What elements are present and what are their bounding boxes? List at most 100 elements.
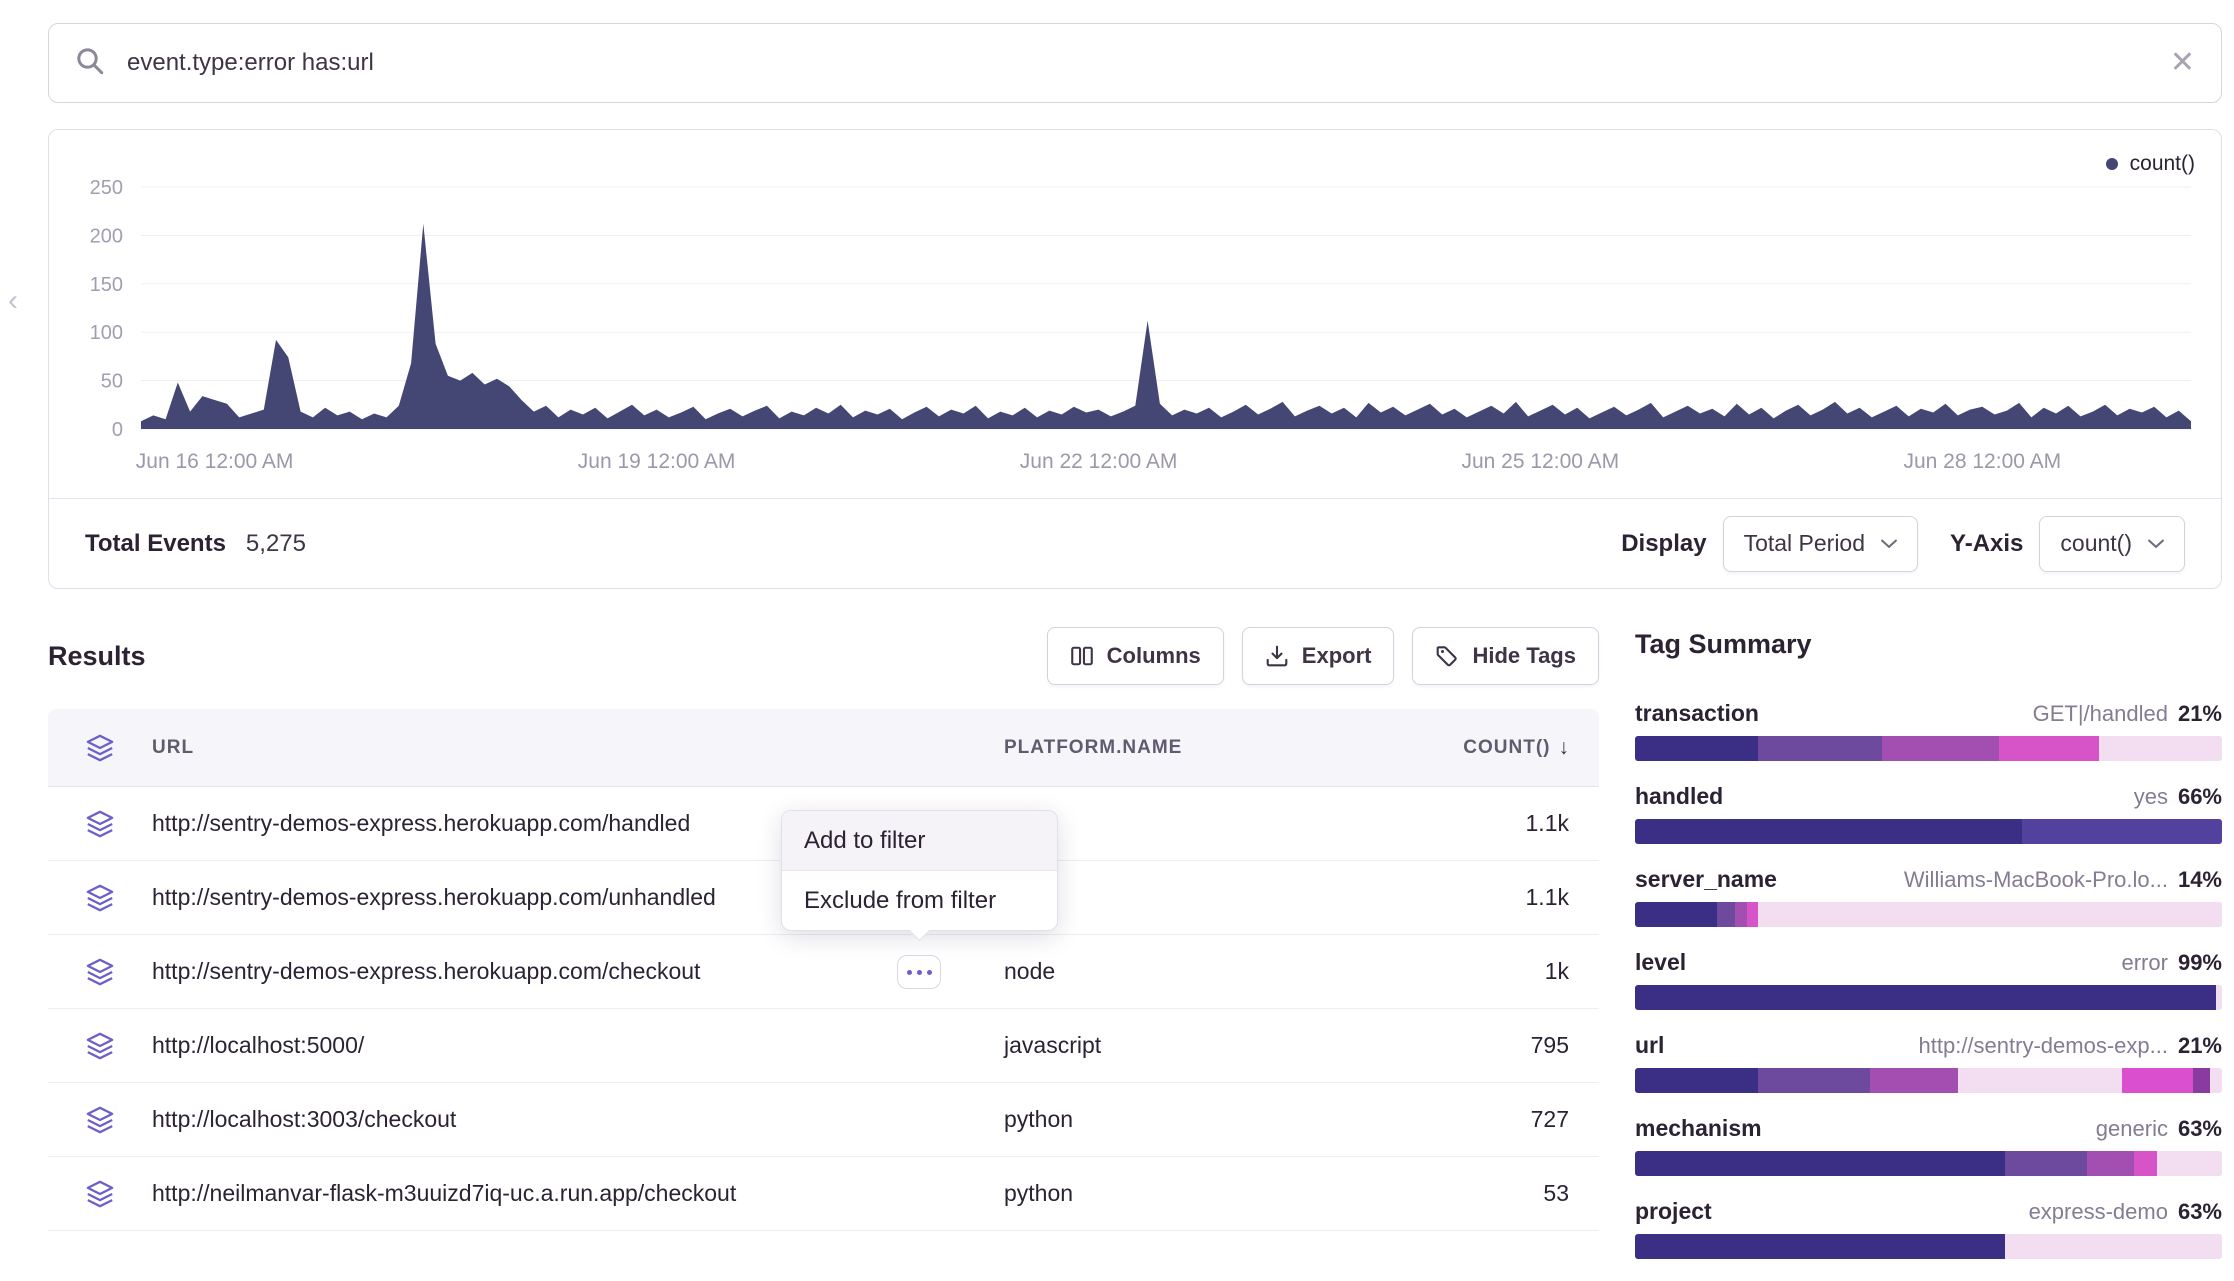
- discover-page: ‹ event.type:error has:url ✕ 0 50 100 150 20…: [0, 0, 2234, 1224]
- sort-descending-icon: ↓: [1559, 736, 1570, 760]
- tag-distribution-bar[interactable]: [1635, 1234, 2222, 1259]
- clear-search-icon[interactable]: ✕: [2170, 48, 2195, 78]
- layers-icon: [48, 1031, 152, 1061]
- tag-top-value: generic: [2096, 1116, 2168, 1142]
- tag-top-percent: 63%: [2178, 1116, 2222, 1142]
- url-cell[interactable]: http://localhost:5000/: [152, 1032, 1004, 1059]
- tag-distribution-bar[interactable]: [1635, 819, 2222, 844]
- export-button[interactable]: Export: [1242, 627, 1395, 685]
- url-cell[interactable]: http://sentry-demos-express.herokuapp.co…: [152, 958, 1004, 985]
- platform-cell: javascript: [1004, 1032, 1369, 1059]
- table-row[interactable]: http://neilmanvar-flask-m3uuizd7iq-uc.a.…: [48, 1157, 1599, 1231]
- chart-legend[interactable]: count(): [2106, 152, 2195, 176]
- legend-dot: [2106, 158, 2118, 170]
- svg-text:200: 200: [90, 225, 123, 247]
- layers-icon: [48, 957, 152, 987]
- layers-icon: [48, 1179, 152, 1209]
- tag-row-level: level error 99%: [1635, 949, 2222, 1010]
- count-cell: 1k: [1369, 958, 1599, 985]
- sidebar-collapse-handle[interactable]: ‹: [8, 286, 18, 316]
- svg-text:Jun 19 12:00 AM: Jun 19 12:00 AM: [578, 450, 736, 473]
- chevron-down-icon: [2148, 539, 2164, 549]
- table-row[interactable]: http://localhost:3003/checkout python 72…: [48, 1083, 1599, 1157]
- svg-text:150: 150: [90, 274, 123, 296]
- svg-text:0: 0: [112, 419, 123, 441]
- platform-cell: python: [1004, 1106, 1369, 1133]
- tag-top-percent: 21%: [2178, 701, 2222, 727]
- svg-text:Jun 16 12:00 AM: Jun 16 12:00 AM: [136, 450, 294, 473]
- search-input[interactable]: event.type:error has:url: [127, 49, 2148, 77]
- svg-text:Jun 25 12:00 AM: Jun 25 12:00 AM: [1461, 450, 1619, 473]
- tag-distribution-bar[interactable]: [1635, 1068, 2222, 1093]
- columns-button[interactable]: Columns: [1047, 627, 1224, 685]
- tag-name: server_name: [1635, 866, 1777, 893]
- count-cell: 53: [1369, 1180, 1599, 1207]
- chevron-down-icon: [1881, 539, 1897, 549]
- layers-icon: [48, 1105, 152, 1135]
- display-label: Display: [1621, 530, 1706, 558]
- tag-row-server-name: server_name Williams-MacBook-Pro.lo... 14…: [1635, 866, 2222, 927]
- svg-text:Jun 28 12:00 AM: Jun 28 12:00 AM: [1903, 450, 2061, 473]
- svg-text:50: 50: [101, 371, 123, 393]
- tag-top-value: yes: [2134, 784, 2168, 810]
- display-select[interactable]: Total Period: [1723, 516, 1918, 572]
- tag-top-value: GET|/handled: [2033, 701, 2168, 727]
- results-title: Results: [48, 641, 146, 672]
- legend-label: count(): [2130, 152, 2195, 176]
- layers-icon: [48, 883, 152, 913]
- tag-top-value: Williams-MacBook-Pro.lo...: [1904, 867, 2168, 893]
- header-count[interactable]: COUNT() ↓: [1369, 736, 1599, 760]
- total-events-label: Total Events: [85, 530, 226, 558]
- tag-top-value: error: [2122, 950, 2168, 976]
- tag-name: mechanism: [1635, 1115, 1762, 1142]
- search-icon: [75, 46, 105, 81]
- platform-cell: python: [1004, 1180, 1369, 1207]
- tag-top-percent: 99%: [2178, 950, 2222, 976]
- url-cell[interactable]: http://neilmanvar-flask-m3uuizd7iq-uc.a.…: [152, 1180, 1004, 1207]
- table-row[interactable]: http://localhost:5000/ javascript 795: [48, 1009, 1599, 1083]
- tag-summary: Tag Summary transaction GET|/handled21% …: [1635, 627, 2222, 1281]
- platform-cell: node: [1004, 958, 1369, 985]
- results-table: URL PLATFORM.NAME COUNT() ↓ http://sentr…: [48, 709, 1599, 1231]
- tag-name: level: [1635, 949, 1686, 976]
- header-platform[interactable]: PLATFORM.NAME: [1004, 737, 1369, 759]
- tag-distribution-bar[interactable]: [1635, 985, 2222, 1010]
- tag-row-mechanism: mechanism generic 63%: [1635, 1115, 2222, 1176]
- tag-top-value: http://sentry-demos-exp...: [1919, 1033, 2168, 1059]
- svg-text:100: 100: [90, 322, 123, 344]
- count-cell: 1.1k: [1369, 810, 1599, 837]
- tag-name: transaction: [1635, 700, 1759, 727]
- search-bar[interactable]: event.type:error has:url ✕: [48, 23, 2222, 103]
- tag-row-project: project express-demo 63%: [1635, 1198, 2222, 1259]
- tag-distribution-bar[interactable]: [1635, 902, 2222, 927]
- events-area-chart: 0 50 100 150 200 250 Jun 16 12:00 AM Jun 19 12:…: [49, 130, 2221, 482]
- tag-distribution-bar[interactable]: [1635, 1151, 2222, 1176]
- download-icon: [1265, 644, 1289, 668]
- columns-icon: [1070, 644, 1094, 668]
- tag-top-percent: 14%: [2178, 867, 2222, 893]
- tag-top-percent: 21%: [2178, 1033, 2222, 1059]
- tag-name: handled: [1635, 783, 1723, 810]
- count-cell: 1.1k: [1369, 884, 1599, 911]
- total-events-value: 5,275: [246, 530, 306, 558]
- tag-row-transaction: transaction GET|/handled 21%: [1635, 700, 2222, 761]
- svg-text:250: 250: [90, 177, 123, 199]
- hide-tags-button[interactable]: Hide Tags: [1412, 627, 1599, 685]
- tag-name: project: [1635, 1198, 1712, 1225]
- table-row[interactable]: http://sentry-demos-express.herokuapp.co…: [48, 935, 1599, 1009]
- layers-icon: [48, 809, 152, 839]
- context-menu: Add to filter Exclude from filter: [781, 810, 1058, 931]
- tag-top-percent: 66%: [2178, 784, 2222, 810]
- tag-top-value: express-demo: [2029, 1199, 2168, 1225]
- row-actions-ellipsis-button[interactable]: [897, 955, 941, 989]
- yaxis-select[interactable]: count(): [2039, 516, 2185, 572]
- count-cell: 727: [1369, 1106, 1599, 1133]
- stack-icon: [48, 733, 152, 763]
- svg-text:Jun 22 12:00 AM: Jun 22 12:00 AM: [1020, 450, 1178, 473]
- tag-distribution-bar[interactable]: [1635, 736, 2222, 761]
- tag-top-percent: 63%: [2178, 1199, 2222, 1225]
- url-cell[interactable]: http://localhost:3003/checkout: [152, 1106, 1004, 1133]
- menu-item-exclude-from-filter[interactable]: Exclude from filter: [782, 871, 1057, 930]
- header-url[interactable]: URL: [152, 737, 1004, 759]
- menu-item-add-to-filter[interactable]: Add to filter: [782, 811, 1057, 870]
